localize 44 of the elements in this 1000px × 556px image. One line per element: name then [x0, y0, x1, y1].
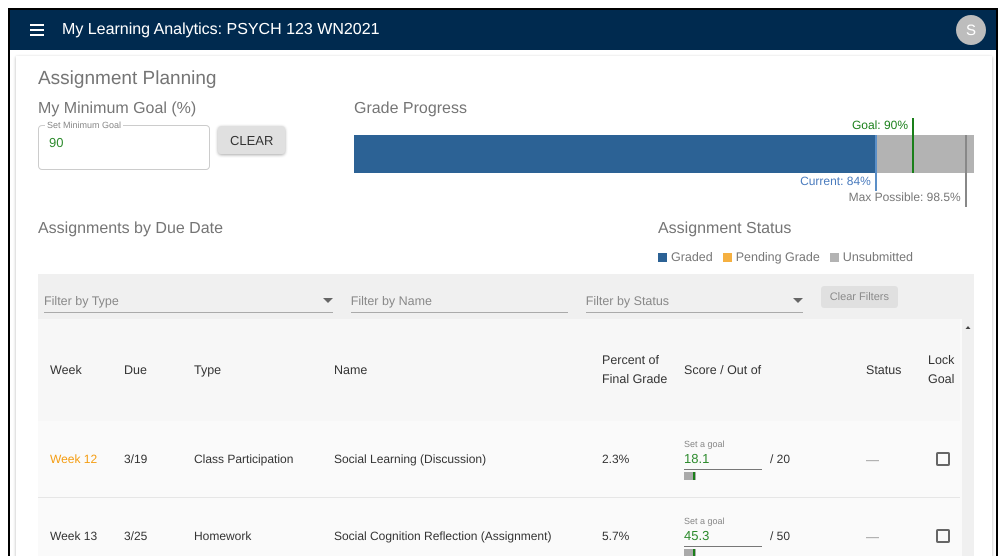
legend-label: Pending Grade	[736, 250, 820, 264]
out-of-text: / 20	[770, 452, 790, 468]
percent-cell: 5.7%	[602, 529, 630, 543]
legend-label: Unsubmitted	[842, 250, 913, 264]
goal-heading: My Minimum Goal (%)	[38, 100, 198, 118]
goal-hint: Set a goal	[684, 438, 725, 448]
user-avatar[interactable]: S	[956, 15, 986, 45]
goal-field[interactable]: Set Minimum Goal 90	[38, 120, 210, 170]
week-cell: Week 12	[50, 452, 98, 466]
status-dash: —	[866, 452, 879, 466]
out-of-text: / 50	[770, 528, 790, 544]
type-filter[interactable]: Filter by Type	[44, 286, 333, 313]
due-cell: 3/25	[124, 529, 148, 543]
status-dash: —	[866, 528, 879, 544]
mini-progress-drawing	[684, 548, 696, 556]
name-filter[interactable]: Filter by Name	[350, 286, 568, 313]
current-label: Current: 84%	[800, 174, 872, 188]
name-cell: Social Learning (Discussion)	[334, 452, 486, 466]
name-cell: Social Cognition Reflection (Assignment)	[334, 529, 552, 543]
type-cell: Homework	[194, 529, 252, 543]
section-title: Assignment Planning	[38, 68, 218, 90]
goal-label: Goal: 90%	[852, 118, 909, 132]
max-label: Max Possible: 98.5%	[848, 190, 962, 204]
clear-button[interactable]: CLEAR	[218, 126, 286, 154]
status-filter[interactable]: Filter by Status	[586, 286, 803, 313]
lock-goal-checkbox[interactable]	[936, 529, 950, 543]
caret-icon	[792, 298, 803, 304]
week-cell: Week 13	[50, 529, 98, 543]
status-legend-heading: Assignment Status	[658, 220, 792, 238]
grade-progress-heading: Grade Progress	[354, 100, 468, 118]
legend-label: Graded	[671, 250, 713, 264]
app-title: My Learning Analytics: PSYCH 123 WN2021	[62, 21, 380, 39]
percent-cell: 2.3%	[602, 452, 630, 466]
mini-progress-drawing	[684, 472, 696, 480]
score-field[interactable]: 18.1	[684, 450, 762, 470]
type-cell: Class Participation	[194, 452, 294, 466]
due-cell: 3/19	[124, 452, 148, 466]
menu-icon[interactable]	[30, 24, 44, 36]
assignments-heading: Assignments by Due Date	[38, 220, 224, 239]
scrollbar[interactable]	[962, 319, 974, 556]
lock-goal-checkbox[interactable]	[936, 452, 950, 466]
caret-icon	[322, 298, 333, 304]
goal-hint: Set a goal	[684, 516, 725, 526]
score-field[interactable]: 45.3	[684, 528, 762, 546]
